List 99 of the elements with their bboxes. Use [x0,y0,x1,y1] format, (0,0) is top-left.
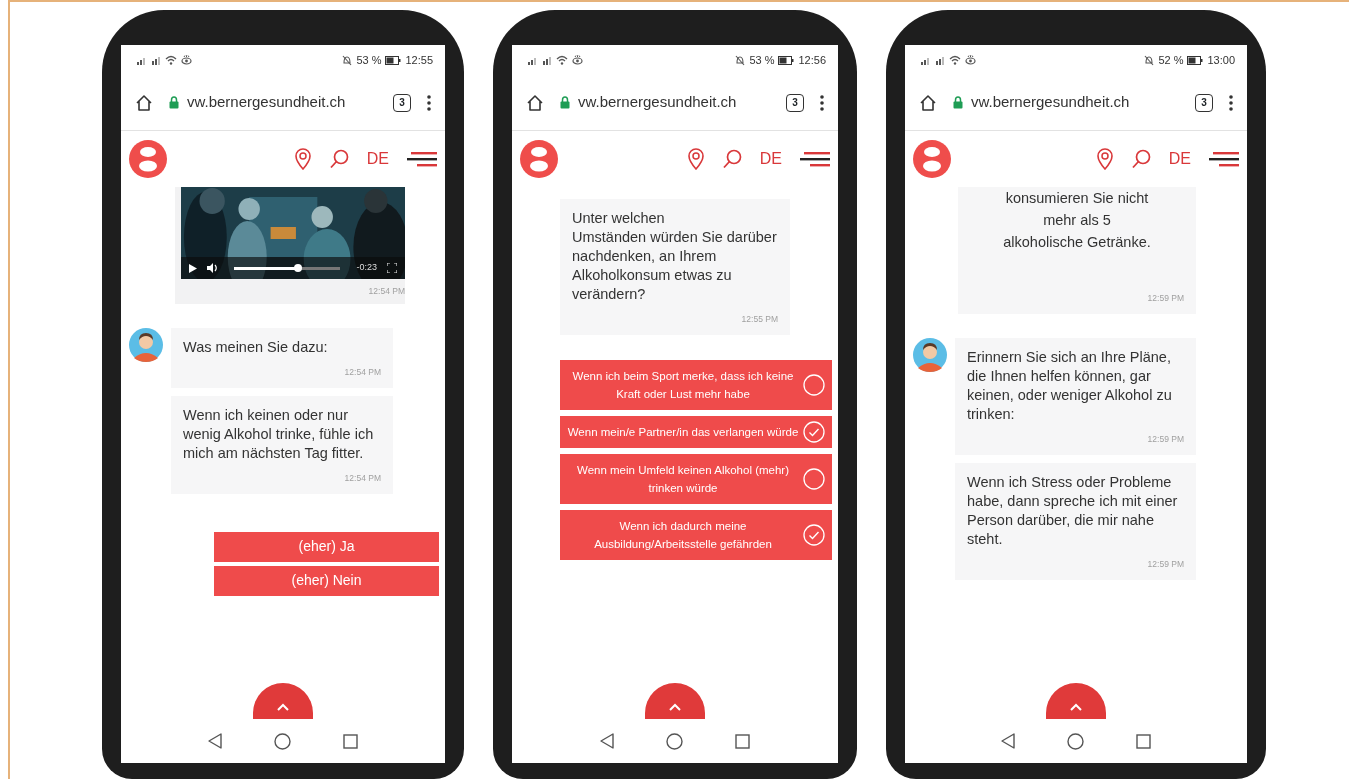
wifi-icon [949,55,961,65]
logo-icon[interactable] [520,140,558,178]
back-icon[interactable] [600,733,614,749]
answer-option[interactable]: Wenn ich beim Sport merke, dass ich keine Kraft oder Lust mehr habe [560,360,832,410]
chevron-up-icon [668,703,682,713]
fullscreen-icon[interactable] [387,263,397,273]
message-text: Unter welchen Umständen würden Sie darüber nachdenken, an Ihrem Alkoholkonsum etwas zu verändern? [572,209,778,304]
location-pin-icon[interactable] [687,148,704,170]
clock-time: 12:56 [798,52,826,68]
empty-circle-icon [803,468,825,490]
battery-icon [1187,55,1204,65]
signal-icon [528,55,538,65]
message-text: konsumieren Sie nicht mehr als 5 alkoholische Getränke. [1002,189,1152,252]
home-icon[interactable] [135,93,153,112]
battery-icon [385,55,402,65]
eye-icon [181,55,192,65]
signal-icon [921,55,931,65]
recent-apps-icon[interactable] [1136,733,1151,749]
menu-icon[interactable] [800,151,830,167]
search-icon[interactable] [1130,149,1151,169]
message-text: Was meinen Sie dazu: [183,337,329,357]
checked-circle-icon [803,524,825,546]
location-pin-icon[interactable] [294,148,311,170]
battery-percentage: 52 % [1158,52,1184,68]
tab-count[interactable]: 3 [393,93,411,112]
signal-icon [137,55,147,65]
message-text: Wenn ich Stress oder Probleme habe, dann spreche ich mit einer Person darüber, die mir nahe steht. [967,473,1179,549]
language-label[interactable]: DE [1168,147,1191,171]
logo-icon[interactable] [913,140,951,178]
message-time: 12:54 PM [343,365,381,379]
clock-time: 12:55 [405,52,433,68]
url-text[interactable]: vw.bernergesundheit.ch [971,91,1130,114]
scroll-up-button[interactable] [253,683,313,719]
tab-count[interactable]: 3 [1195,93,1213,112]
signal-icon [151,55,161,65]
muted-bell-icon [735,54,746,66]
message-text: Wenn ich keinen oder nur wenig Alkohol trinke, fühle ich mich am nächsten Tag fitter. [183,405,375,463]
answer-option[interactable]: Wenn mein Umfeld keinen Alkohol (mehr) trinken würde [560,454,832,504]
menu-icon[interactable] [1209,151,1239,167]
message-time: 12:54 PM [343,471,381,485]
language-label[interactable]: DE [366,147,389,171]
video-progress-slider[interactable] [234,266,341,270]
more-menu-icon[interactable] [1229,94,1233,111]
scroll-up-button[interactable] [1046,683,1106,719]
play-icon[interactable] [189,263,197,273]
answer-option[interactable]: Wenn ich dadurch meine Ausbildung/Arbeitsstelle gefährden [560,510,832,560]
reply-button[interactable]: (eher) Nein [214,565,439,596]
home-icon[interactable] [526,93,544,112]
search-icon[interactable] [721,149,742,169]
url-text[interactable]: vw.bernergesundheit.ch [187,91,346,114]
checked-circle-icon [803,421,825,443]
back-icon[interactable] [1001,733,1015,749]
message-time: 12:55 PM [740,313,778,326]
answer-option[interactable]: Wenn mein/e Partner/in das verlangen würde [560,416,832,448]
muted-bell-icon [342,54,353,66]
search-icon[interactable] [328,149,349,169]
battery-percentage: 53 % [749,52,775,68]
video-time: -0:23 [356,261,377,275]
reply-button[interactable]: (eher) Ja [214,531,439,562]
recent-apps-icon[interactable] [343,733,358,749]
avatar-icon [129,327,163,362]
eye-icon [572,55,583,65]
location-pin-icon[interactable] [1096,148,1113,170]
menu-icon[interactable] [407,151,437,167]
language-label[interactable]: DE [759,147,782,171]
eye-icon [965,55,976,65]
back-icon[interactable] [208,733,222,749]
battery-icon [778,55,795,65]
signal-icon [542,55,552,65]
message-time: 12:59 PM [1146,558,1184,571]
signal-icon [935,55,945,65]
recent-apps-icon[interactable] [735,733,750,749]
logo-icon[interactable] [129,140,167,178]
muted-bell-icon [1144,54,1155,66]
lock-icon [560,96,570,109]
message-time: 12:59 PM [1146,292,1184,305]
url-text[interactable]: vw.bernergesundheit.ch [578,91,737,114]
clock-time: 13:00 [1207,52,1235,68]
home-button-icon[interactable] [1067,732,1084,750]
home-button-icon[interactable] [274,732,291,750]
avatar-icon [913,338,947,372]
lock-icon [953,96,963,109]
message-text: Erinnern Sie sich an Ihre Pläne, die Ihnen helfen können, gar keinen, oder weniger Alkohol zu trinken: [967,348,1173,424]
lock-icon [169,96,179,109]
chevron-up-icon [276,703,290,713]
tab-count[interactable]: 3 [786,93,804,112]
message-time: 12:54 PM [367,285,405,298]
scroll-up-button[interactable] [645,683,705,719]
battery-percentage: 53 % [356,52,382,68]
more-menu-icon[interactable] [427,94,431,111]
home-icon[interactable] [919,93,937,112]
chevron-up-icon [1069,703,1083,713]
message-time: 12:59 PM [1146,433,1184,446]
volume-icon[interactable] [207,263,218,273]
home-button-icon[interactable] [666,732,683,750]
more-menu-icon[interactable] [820,94,824,111]
empty-circle-icon [803,374,825,396]
wifi-icon [556,55,568,65]
wifi-icon [165,55,177,65]
